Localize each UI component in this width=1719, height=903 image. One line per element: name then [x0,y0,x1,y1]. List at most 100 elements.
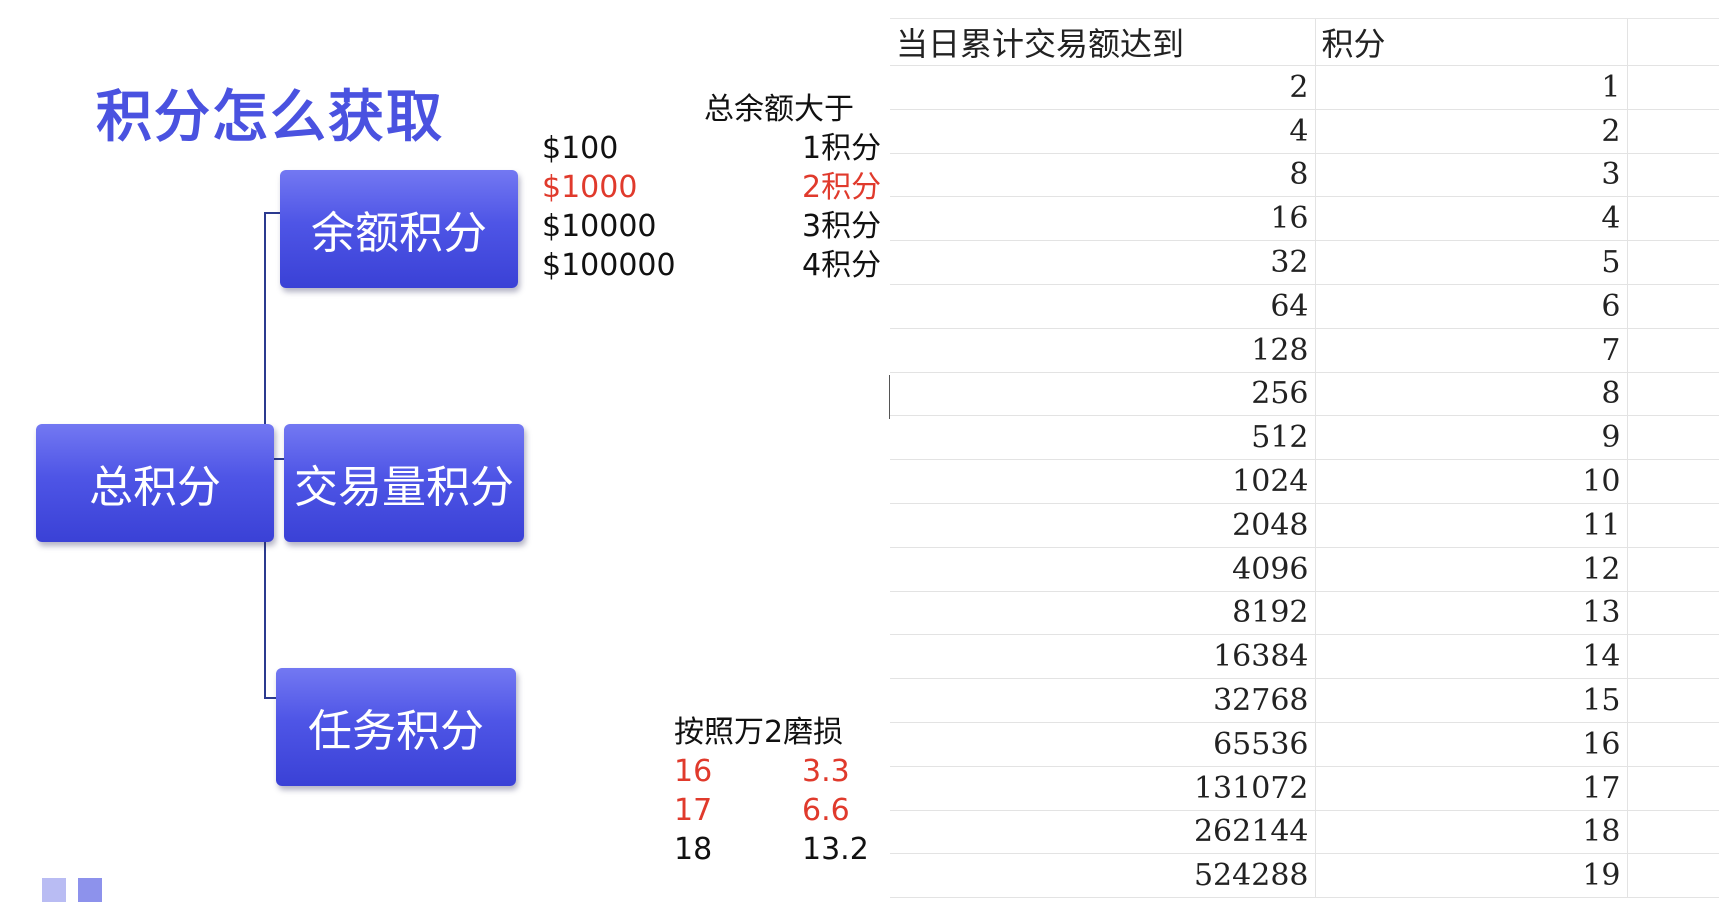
cell-empty[interactable] [1627,240,1719,285]
connector-to-task [264,697,276,699]
cell-empty[interactable] [1627,153,1719,198]
cell-empty[interactable] [1627,547,1719,592]
cell-points[interactable]: 15 [1315,678,1628,723]
cell-empty[interactable] [1627,634,1719,680]
cell-empty[interactable] [1627,459,1719,504]
cell-points[interactable]: 19 [1315,853,1628,899]
cell-volume[interactable]: 262144 [890,810,1316,855]
table-row: 32 5 [890,240,1719,285]
cell-volume[interactable]: 131072 [890,766,1316,811]
table-row: 21 [890,65,1719,110]
table-row: 64 6 [890,284,1719,329]
tier-points-3: 3积分 [802,209,882,244]
cell-empty[interactable] [1627,109,1719,154]
cell-points[interactable]: 10 [1315,459,1628,504]
cell-empty[interactable] [1627,678,1719,723]
cell-empty[interactable] [1627,810,1719,855]
cell-volume[interactable]: 65536 [890,722,1316,767]
wear-row-2-b: 6.6 [802,793,850,828]
cell-volume[interactable]: 8192 [890,591,1316,636]
cell-points[interactable]: 6 [1315,284,1628,329]
cell-volume[interactable]: 16 [890,196,1316,242]
cell-volume[interactable]: 1024 [890,459,1316,504]
header-points[interactable]: 积分 [1315,19,1628,66]
cell-volume[interactable]: 256 [890,372,1316,417]
wear-row-3-a: 18 [674,832,713,867]
cell-volume[interactable]: 16384 [890,634,1316,680]
tier-amount-3: $10000 [542,209,657,244]
cell-volume[interactable]: 4 [890,109,1316,154]
header-empty[interactable] [1627,19,1719,66]
cell-volume[interactable]: 2 [890,65,1316,110]
cell-points[interactable]: 11 [1315,503,1628,548]
cell-volume[interactable]: 4096 [890,547,1316,592]
cell-points[interactable]: 14 [1315,634,1628,680]
cell-points[interactable]: 2 [1315,109,1628,154]
total-points-box: 总积分 [36,424,274,542]
cell-points[interactable]: 16 [1315,722,1628,767]
table-row: 16384 14 [890,634,1719,680]
cell-volume[interactable]: 128 [890,328,1316,373]
cell-empty[interactable] [1627,284,1719,329]
wear-row-2-a: 17 [674,793,713,828]
volume-points-box: 交易量积分 [284,424,524,542]
points-table: 当日累计交易额达到 积分 2 1 4 2 8 3 16 4 32 5 64 6 128 7 256 8 512 9… [890,19,1719,899]
cell-volume[interactable]: 32 [890,240,1316,285]
cell-empty[interactable] [1627,591,1719,636]
tier-amount-2: $1000 [542,170,638,205]
cell-empty[interactable] [1627,196,1719,242]
wear-note-header: 按照万2磨损 [674,715,844,750]
cell-empty[interactable] [1627,503,1719,548]
decor-square-light [42,878,66,902]
cell-points[interactable]: 3 [1315,153,1628,198]
table-row: 256 8 [890,372,1719,417]
cell-volume[interactable]: 512 [890,415,1316,461]
table-row: 4096 12 [890,547,1719,592]
cell-empty[interactable] [1627,853,1719,899]
table-row: 512 9 [890,415,1719,461]
slide-title: 积分怎么获取 [96,85,444,150]
task-points-box: 任务积分 [276,668,516,786]
cell-empty[interactable] [1627,722,1719,767]
balance-points-box: 余额积分 [280,170,518,288]
cell-volume[interactable]: 524288 [890,853,1316,899]
cell-volume[interactable]: 32768 [890,678,1316,723]
cell-volume[interactable]: 2048 [890,503,1316,548]
cell-points[interactable]: 1 [1315,65,1628,110]
cell-empty[interactable] [1627,65,1719,110]
table-row: 16 4 [890,196,1719,242]
tier-points-4: 4积分 [802,248,882,283]
cell-points[interactable]: 7 [1315,328,1628,373]
tier-points-2: 2积分 [802,170,882,205]
table-row: 83 [890,153,1719,198]
cell-points[interactable]: 4 [1315,196,1628,242]
cell-points[interactable]: 8 [1315,372,1628,417]
cell-empty[interactable] [1627,372,1719,417]
cell-empty[interactable] [1627,766,1719,811]
cell-points[interactable]: 17 [1315,766,1628,811]
tier-points-1: 1积分 [802,131,882,166]
cell-points[interactable]: 13 [1315,591,1628,636]
cell-points[interactable]: 5 [1315,240,1628,285]
cell-empty[interactable] [1627,415,1719,461]
cell-empty[interactable] [1627,328,1719,373]
connector-to-balance [264,212,280,214]
cell-points[interactable]: 9 [1315,415,1628,461]
table-body: 2 1 4 2 8 3 16 4 32 5 64 6 128 7 256 8 512 9 1024 10 2048 11 4… [890,65,1719,899]
cell-points[interactable]: 12 [1315,547,1628,592]
table-row: 8192 13 [890,591,1719,636]
wear-row-1-a: 16 [674,754,713,789]
tier-amount-1: $100 [542,131,619,166]
table-row: 42 [890,109,1719,154]
table-row: 128 7 [890,328,1719,373]
header-cumulative-volume[interactable]: 当日累计交易额达到 [890,19,1316,66]
wear-row-3-b: 13.2 [802,832,869,867]
balance-tier-header: 总余额大于 [704,92,854,127]
table-row: 65536 16 [890,722,1719,767]
cell-volume[interactable]: 8 [890,153,1316,198]
cell-points[interactable]: 18 [1315,810,1628,855]
cell-volume[interactable]: 64 [890,284,1316,329]
table-row: 2048 11 [890,503,1719,548]
wear-row-1-b: 3.3 [802,754,850,789]
table-row: 32768 15 [890,678,1719,723]
